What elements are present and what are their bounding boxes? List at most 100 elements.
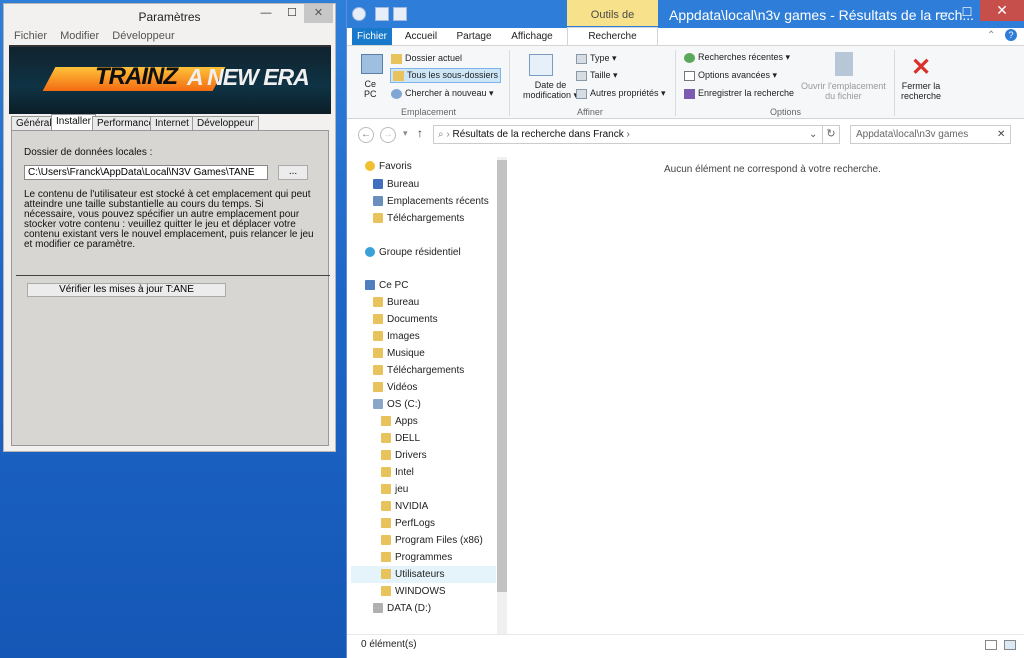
nav-pc-documents[interactable]: Documents bbox=[373, 311, 438, 328]
address-dropdown-icon[interactable]: ⌄ bbox=[809, 126, 817, 143]
nav-pc-musique[interactable]: Musique bbox=[373, 345, 425, 362]
up-icon[interactable]: ↑ bbox=[417, 126, 423, 140]
folder-icon bbox=[381, 450, 391, 461]
menu-fichier[interactable]: Fichier bbox=[14, 30, 47, 42]
save-search-icon bbox=[684, 88, 695, 99]
nav-os-nvidia[interactable]: NVIDIA bbox=[381, 498, 428, 515]
ribbon-collapse-icon[interactable]: ⌃ bbox=[987, 30, 995, 41]
clear-search-icon[interactable]: ✕ bbox=[997, 126, 1005, 143]
nav-os-programmes[interactable]: Programmes bbox=[381, 549, 452, 566]
properties-icon[interactable] bbox=[375, 7, 389, 21]
group-affiner-label: Affiner bbox=[577, 107, 603, 117]
group-options-label: Options bbox=[770, 107, 802, 117]
folder-icon bbox=[381, 586, 391, 597]
magnifier-icon: ⌕ › bbox=[438, 129, 453, 140]
folder-icon bbox=[381, 467, 391, 478]
nav-scrollbar-thumb[interactable] bbox=[497, 160, 507, 592]
settings-menubar: Fichier Modifier Développeur bbox=[4, 30, 335, 46]
ce-pc-button[interactable]: Ce PC bbox=[364, 79, 377, 99]
menu-developpeur[interactable]: Développeur bbox=[112, 30, 174, 42]
installer-panel: Dossier de données locales : C:\Users\Fr… bbox=[11, 130, 330, 446]
explorer-maximize-button[interactable]: ☐ bbox=[954, 3, 980, 21]
recent-searches-icon bbox=[684, 52, 695, 63]
ribbon-tab-accueil[interactable]: Accueil bbox=[397, 28, 445, 46]
autres-proprietes-button[interactable]: Autres propriétés ▾ bbox=[576, 88, 666, 99]
nav-os-utilisateurs[interactable]: Utilisateurs bbox=[351, 566, 496, 583]
pc-icon bbox=[361, 54, 383, 74]
nav-ce-pc[interactable]: Ce PC bbox=[365, 277, 408, 294]
browse-button[interactable]: ... bbox=[278, 165, 308, 180]
ribbon-tab-fichier[interactable]: Fichier bbox=[352, 28, 392, 46]
desktop-icon bbox=[373, 179, 383, 190]
open-location-icon bbox=[835, 52, 853, 76]
ribbon-tab-affichage[interactable]: Affichage bbox=[505, 28, 559, 46]
date-modification-button[interactable]: Date de modification ▾ bbox=[523, 80, 578, 101]
new-folder-icon[interactable] bbox=[393, 7, 407, 21]
tous-sous-dossiers-button[interactable]: Tous les sous-dossiers bbox=[390, 68, 502, 83]
search-icon[interactable] bbox=[352, 7, 366, 21]
chercher-nouveau-button[interactable]: Chercher à nouveau ▾ bbox=[391, 88, 494, 99]
help-icon[interactable]: ? bbox=[1005, 29, 1017, 41]
nav-os-drivers[interactable]: Drivers bbox=[381, 447, 427, 464]
nav-pc-videos[interactable]: Vidéos bbox=[373, 379, 417, 396]
folder-icon bbox=[373, 331, 383, 342]
options-avancees-button[interactable]: Options avancées ▾ bbox=[684, 70, 777, 81]
folder-icon bbox=[381, 552, 391, 563]
local-data-path-field[interactable]: C:\Users\Franck\AppData\Local\N3V Games\… bbox=[24, 165, 268, 180]
maximize-button[interactable]: ☐ bbox=[278, 4, 306, 24]
nav-favoris[interactable]: Favoris bbox=[365, 158, 412, 175]
properties-icon bbox=[576, 88, 587, 99]
search-input[interactable]: Appdata\local\n3v games ✕ bbox=[850, 125, 1011, 144]
nav-os-perflogs[interactable]: PerfLogs bbox=[381, 515, 435, 532]
address-path: Résultats de la recherche dans Franck bbox=[452, 129, 624, 140]
dossier-actuel-button[interactable]: Dossier actuel bbox=[391, 53, 462, 64]
refresh-icon[interactable]: ↻ bbox=[822, 125, 840, 144]
details-view-icon[interactable] bbox=[985, 640, 997, 650]
back-icon[interactable]: ← bbox=[358, 127, 374, 143]
recent-locations-icon[interactable]: ▾ bbox=[403, 128, 408, 139]
address-box[interactable]: ⌕ › Résultats de la recherche dans Franc… bbox=[433, 125, 823, 144]
minimize-button[interactable]: — bbox=[252, 4, 280, 24]
nav-pc-images[interactable]: Images bbox=[373, 328, 420, 345]
ouvrir-emplacement-button[interactable]: Ouvrir l'emplacement du fichier bbox=[801, 81, 886, 101]
forward-icon[interactable]: → bbox=[380, 127, 396, 143]
enregistrer-recherche-button[interactable]: Enregistrer la recherche bbox=[684, 88, 794, 99]
fermer-recherche-button[interactable]: Fermer la recherche bbox=[901, 81, 941, 101]
ribbon-tab-recherche[interactable]: Recherche bbox=[567, 27, 658, 47]
settings-titlebar[interactable]: Paramètres — ☐ ✕ bbox=[4, 4, 335, 30]
status-bar: 0 élément(s) bbox=[347, 634, 1024, 658]
nav-os-dell[interactable]: DELL bbox=[381, 430, 420, 447]
large-icons-view-icon[interactable] bbox=[1004, 640, 1016, 650]
nav-os-intel[interactable]: Intel bbox=[381, 464, 414, 481]
nav-pc-telechargements[interactable]: Téléchargements bbox=[373, 362, 464, 379]
nav-os-windows[interactable]: WINDOWS bbox=[381, 583, 446, 600]
explorer-close-button[interactable]: ✕ bbox=[980, 0, 1024, 21]
folder-icon bbox=[381, 501, 391, 512]
close-button[interactable]: ✕ bbox=[304, 4, 333, 23]
type-button[interactable]: Type ▾ bbox=[576, 53, 617, 64]
nav-os-drive[interactable]: OS (C:) bbox=[373, 396, 421, 413]
nav-pc-bureau[interactable]: Bureau bbox=[373, 294, 419, 311]
local-data-label: Dossier de données locales : bbox=[24, 147, 153, 158]
nav-data-drive[interactable]: DATA (D:) bbox=[373, 600, 431, 617]
folder-icon bbox=[381, 535, 391, 546]
ribbon-tab-partage[interactable]: Partage bbox=[449, 28, 499, 46]
nav-os-program-files[interactable]: Program Files (x86) bbox=[381, 532, 483, 549]
explorer-minimize-button[interactable]: — bbox=[929, 3, 955, 21]
menu-modifier[interactable]: Modifier bbox=[60, 30, 99, 42]
recherches-recentes-button[interactable]: Recherches récentes ▾ bbox=[684, 52, 790, 63]
nav-os-apps[interactable]: Apps bbox=[381, 413, 418, 430]
logo-new-era: A NEW ERA bbox=[187, 64, 310, 90]
search-again-icon bbox=[391, 88, 402, 99]
context-tab-search-tools: Outils de recherche bbox=[567, 0, 658, 51]
star-icon bbox=[365, 161, 375, 172]
taille-button[interactable]: Taille ▾ bbox=[576, 70, 618, 81]
nav-fav-telechargements[interactable]: Téléchargements bbox=[373, 210, 464, 227]
nav-fav-emplacements[interactable]: Emplacements récents bbox=[373, 193, 489, 210]
nav-groupe-residentiel[interactable]: Groupe résidentiel bbox=[365, 244, 461, 261]
explorer-titlebar[interactable]: Outils de recherche Appdata\local\n3v ga… bbox=[347, 0, 1024, 51]
folder-icon bbox=[373, 365, 383, 376]
nav-fav-bureau[interactable]: Bureau bbox=[373, 176, 419, 193]
check-updates-button[interactable]: Vérifier les mises à jour T:ANE bbox=[27, 283, 226, 297]
nav-os-jeu[interactable]: jeu bbox=[381, 481, 408, 498]
